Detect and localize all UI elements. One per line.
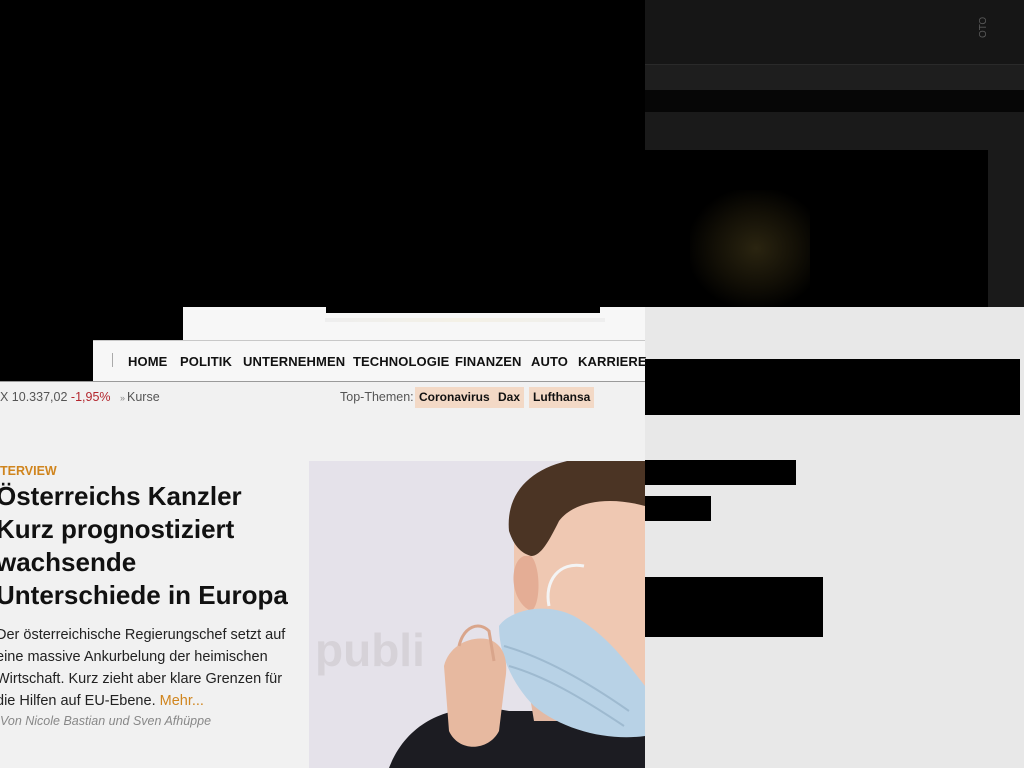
nav-item-home[interactable]: HOME (128, 354, 167, 369)
overlay-band (645, 64, 1024, 91)
topic-tag-lufthansa[interactable]: Lufthansa (529, 387, 595, 408)
nav-item-finanzen[interactable]: FINANZEN (455, 354, 522, 369)
article-author: Von Nicole Bastian und Sven Afhüppe (0, 714, 212, 728)
article-kicker: TERVIEW (0, 464, 57, 478)
nav-item-technologie[interactable]: TECHNOLOGIE (353, 354, 449, 369)
logo[interactable] (0, 340, 93, 381)
teaser-line: eine massive Ankurbelung der heimischen (0, 649, 268, 665)
photo-watermark: publi (315, 624, 425, 676)
teaser-line: Der österreichische Regierungschef setzt… (0, 627, 286, 643)
market-ticker: X 10.337,02 -1,95% » Kurse (0, 390, 160, 404)
read-more-link[interactable]: Mehr... (160, 693, 204, 709)
article-headline[interactable]: Österreichs Kanzler Kurz prognostiziert … (0, 480, 296, 612)
article-photo[interactable]: publi (309, 461, 645, 768)
teaser-line: die Hilfen auf EU-Ebene. Mehr... (0, 690, 288, 712)
redacted-block (645, 359, 1020, 415)
nav-item-karriere[interactable]: KARRIERE (578, 354, 647, 369)
teaser-line-end: die Hilfen auf EU-Ebene. (0, 693, 156, 709)
headline-line: wachsende (0, 547, 137, 577)
headline-line: Kurz prognostiziert (0, 514, 235, 544)
headline-line: Österreichs Kanzler (0, 481, 242, 511)
nav-item-unternehmen[interactable]: UNTERNEHMEN (243, 354, 345, 369)
redacted-block (645, 460, 796, 485)
ticker-index-value: X 10.337,02 (0, 390, 68, 404)
chevron-right-icon: » (120, 393, 126, 403)
ticker-kurse-label: Kurse (127, 390, 160, 404)
teaser-line: Wirtschaft. Kurz zieht aber klare Grenze… (0, 671, 283, 687)
nav-item-politik[interactable]: POLITIK (180, 354, 232, 369)
ticker-kurse-link[interactable]: » Kurse (120, 390, 160, 404)
redacted-block (645, 496, 711, 521)
topic-tag-dax[interactable]: Dax (494, 387, 525, 408)
top-topics-label: Top-Themen: (340, 390, 414, 404)
photo-illustration: publi (309, 461, 645, 768)
redacted-block (326, 307, 600, 313)
overlay-vertical-label: ОТО (978, 16, 989, 38)
headline-line: Unterschiede in Europa (0, 580, 288, 610)
overlay-band (645, 90, 1024, 112)
nav-separator (112, 353, 113, 367)
nav-item-auto[interactable]: AUTO (531, 354, 568, 369)
header-divider (325, 318, 605, 322)
topic-tag-coronavirus[interactable]: Coronavirus (415, 387, 494, 408)
redacted-block (0, 307, 183, 340)
ticker-change: -1,95% (70, 390, 111, 404)
article-teaser: Der österreichische Regierungschef setzt… (0, 624, 288, 712)
redacted-block (645, 577, 823, 637)
overlay-dim-image (690, 190, 810, 307)
